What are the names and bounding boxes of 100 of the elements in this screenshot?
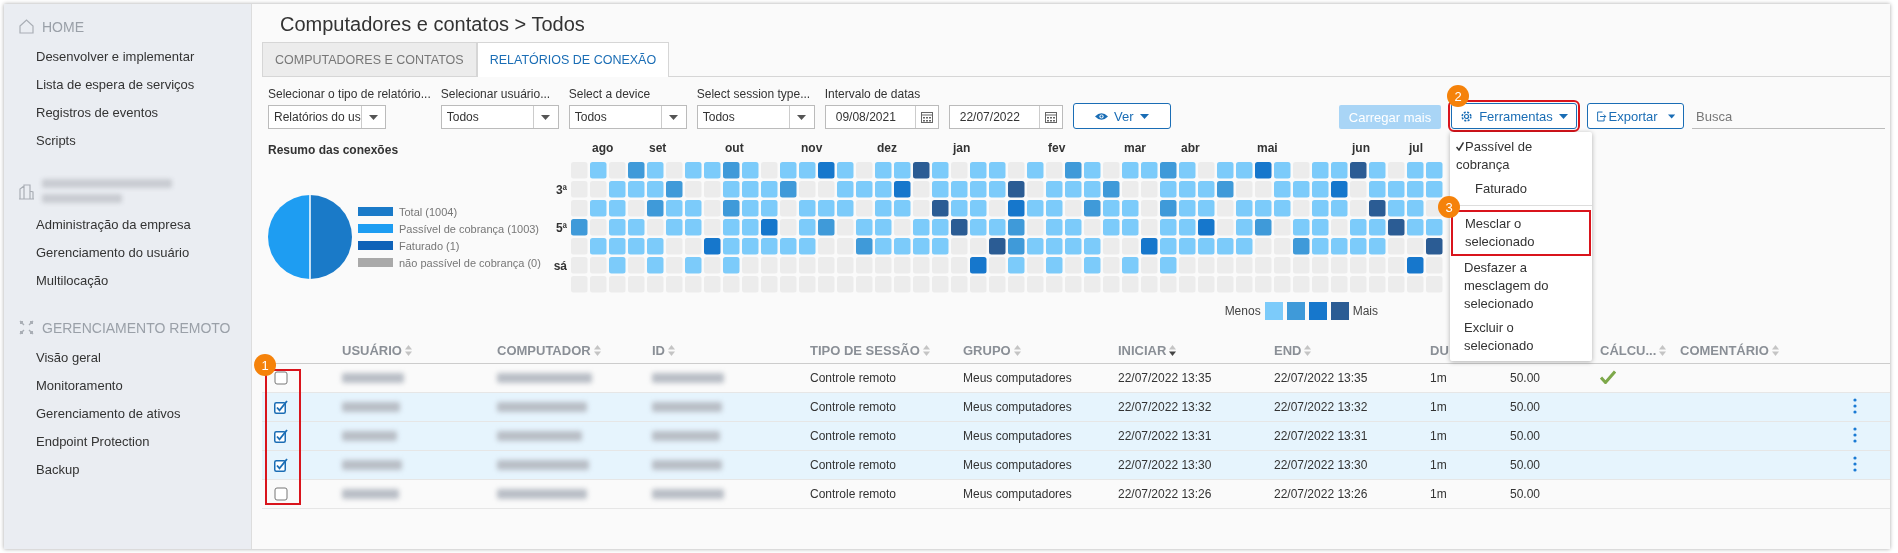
- sidebar-item[interactable]: Visão geral: [4, 344, 251, 372]
- legend-label: Menos: [1224, 304, 1261, 318]
- month-label: set: [649, 141, 667, 155]
- day-label: 3ª: [555, 182, 567, 197]
- table-cell: Meus computadores: [963, 371, 1072, 385]
- menu-item[interactable]: Passível de cobrança: [1450, 135, 1592, 177]
- table-cell: Controle remoto: [810, 429, 897, 443]
- checkbox[interactable]: [274, 429, 288, 443]
- month-label: out: [725, 141, 744, 155]
- arrows-icon: [18, 319, 35, 336]
- column-header: DU: [1430, 342, 1449, 358]
- select-field[interactable]: Todos: [440, 105, 559, 129]
- filter-label: Selecionar o tipo de relatório...: [268, 87, 431, 101]
- section-title: Resumo das conexões: [268, 143, 400, 157]
- export-button[interactable]: Exportar: [1587, 103, 1684, 129]
- kebab-icon[interactable]: [1853, 397, 1857, 414]
- blurred-text: [342, 431, 397, 441]
- legend-swatch: [1264, 302, 1283, 320]
- sidebar-item[interactable]: Scripts: [4, 127, 251, 155]
- table-cell: 22/07/2022 13:31: [1274, 429, 1368, 443]
- checkbox[interactable]: [274, 371, 288, 385]
- sidebar-item[interactable]: Multilocação: [4, 267, 251, 295]
- filter-label: Select a device: [568, 87, 652, 101]
- legend-label: Total (1004): [399, 205, 458, 218]
- sidebar-item[interactable]: Monitoramento: [4, 372, 251, 400]
- table-cell: Controle remoto: [810, 487, 897, 501]
- sidebar-item[interactable]: Backup: [4, 456, 251, 484]
- column-header: END: [1274, 342, 1302, 358]
- month-label: jun: [1352, 141, 1370, 155]
- sidebar-item[interactable]: Gerenciamento do usuário: [4, 239, 251, 267]
- legend-label: Passível de cobrança (1003): [399, 222, 540, 235]
- table-cell: 22/07/2022 13:35: [1118, 371, 1212, 385]
- checkbox[interactable]: [274, 400, 288, 414]
- month-label: fev: [1048, 141, 1066, 155]
- blurred-text: [342, 402, 400, 412]
- blurred-text: [652, 460, 722, 470]
- month-label: dez: [877, 141, 897, 155]
- tools-button[interactable]: Ferramentas: [1451, 103, 1577, 129]
- column-header: COMENTÁRIO: [1680, 342, 1769, 358]
- select-field[interactable]: Relatórios do us: [268, 105, 386, 129]
- search-field[interactable]: Busca: [1692, 104, 1885, 129]
- table-cell: 50.00: [1510, 487, 1541, 501]
- step-badge: 3: [1438, 196, 1460, 218]
- day-label: sá: [553, 258, 567, 273]
- sidebar-item[interactable]: Endpoint Protection: [4, 428, 251, 456]
- checkbox[interactable]: [274, 458, 288, 472]
- caret-icon: [1558, 113, 1568, 119]
- table-cell: 1m: [1430, 487, 1447, 501]
- kebab-icon[interactable]: [1853, 455, 1857, 472]
- table-cell: Controle remoto: [810, 400, 897, 414]
- caret-icon: [1139, 113, 1149, 119]
- view-button[interactable]: Ver: [1072, 103, 1171, 129]
- blurred-text: [342, 460, 402, 470]
- column-header: TIPO DE SESSÃO: [810, 342, 920, 358]
- kebab-icon[interactable]: [1853, 426, 1857, 443]
- column-header: INICIAR: [1118, 342, 1167, 358]
- filter-label: Intervalo de datas: [824, 87, 922, 101]
- sidebar-item[interactable]: Registros de eventos: [4, 99, 251, 127]
- tab[interactable]: COMPUTADORES E CONTATOS: [262, 42, 477, 76]
- month-label: nov: [801, 141, 823, 155]
- blurred-text: [652, 373, 724, 383]
- table-cell: 22/07/2022 13:32: [1118, 400, 1212, 414]
- select-field[interactable]: Todos: [568, 105, 687, 129]
- sidebar-item[interactable]: Desenvolver e implementar: [4, 43, 251, 71]
- checkbox[interactable]: [274, 487, 288, 501]
- sidebar-item[interactable]: Lista de espera de serviços: [4, 71, 251, 99]
- table-cell: Meus computadores: [963, 458, 1072, 472]
- table-cell: 50.00: [1510, 429, 1541, 443]
- filter-label: Select session type...: [696, 87, 812, 101]
- select-field[interactable]: Todos: [696, 105, 815, 129]
- legend-label: Faturado (1): [399, 239, 460, 252]
- blurred-text: [652, 431, 720, 441]
- table-cell: 22/07/2022 13:31: [1118, 429, 1212, 443]
- legend-label: não passível de cobrança (0): [399, 256, 541, 269]
- date-field[interactable]: 22/07/2022: [948, 105, 1063, 129]
- blurred-text: [652, 489, 724, 499]
- building-icon: [18, 182, 35, 200]
- date-field[interactable]: 09/08/2021: [824, 105, 939, 129]
- month-label: jan: [953, 141, 971, 155]
- blurred-text: [652, 402, 722, 412]
- sidebar-item[interactable]: Gerenciamento de ativos: [4, 400, 251, 428]
- caret-icon: [1667, 113, 1675, 119]
- table-cell: 50.00: [1510, 400, 1541, 414]
- month-label: jul: [1409, 141, 1423, 155]
- table-cell: Meus computadores: [963, 429, 1072, 443]
- blurred-text: [342, 489, 399, 499]
- filter-label: Selecionar usuário...: [440, 87, 552, 101]
- menu-item[interactable]: Desfazer a mesclagem do selecionado: [1450, 256, 1592, 316]
- table-cell: 22/07/2022 13:30: [1274, 458, 1368, 472]
- page-title: Computadores e contatos > Todos: [279, 12, 586, 37]
- tab[interactable]: RELATÓRIOS DE CONEXÃO: [476, 42, 670, 77]
- table-cell: 22/07/2022 13:26: [1274, 487, 1368, 501]
- calendar-icon: [920, 111, 933, 123]
- sidebar-item[interactable]: Administração da empresa: [4, 211, 251, 239]
- month-label: abr: [1181, 141, 1200, 155]
- table-cell: Meus computadores: [963, 400, 1072, 414]
- section-title: HOME: [42, 18, 84, 35]
- column-header: GRUPO: [963, 342, 1011, 358]
- table-cell: 1m: [1430, 458, 1447, 472]
- menu-item[interactable]: Excluir o selecionado: [1450, 316, 1592, 358]
